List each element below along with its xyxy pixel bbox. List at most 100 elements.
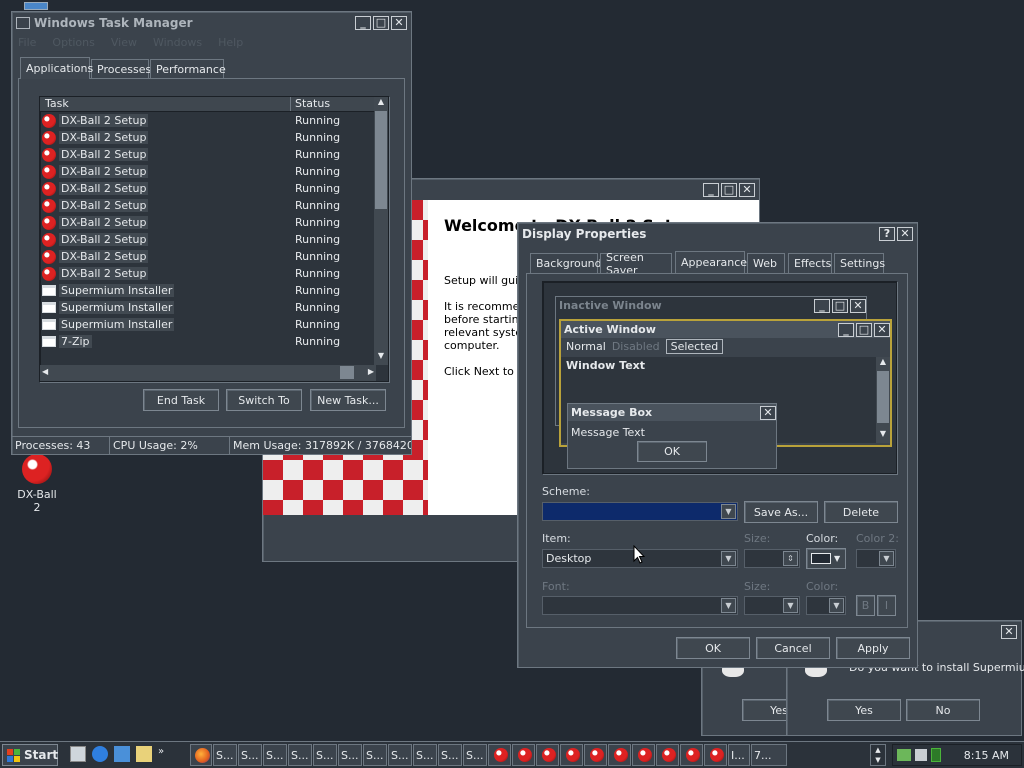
tab-screen-saver[interactable]: Screen Saver: [600, 251, 672, 277]
table-row[interactable]: DX-Ball 2 Setup Running: [40, 180, 388, 197]
scroll-thumb[interactable]: [375, 111, 387, 209]
table-row[interactable]: DX-Ball 2 Setup Running: [40, 146, 388, 163]
close-icon[interactable]: ✕: [391, 15, 407, 30]
chevron-down-icon[interactable]: ▼: [721, 551, 736, 566]
volume-icon[interactable]: [915, 749, 927, 761]
taskbar-button-dxball[interactable]: [512, 744, 535, 766]
tab-performance[interactable]: Performance: [150, 59, 226, 79]
close-icon[interactable]: ✕: [739, 182, 755, 197]
tab-background[interactable]: Background: [530, 253, 602, 273]
vertical-scrollbar[interactable]: ▲ ▼: [374, 97, 388, 365]
no-button[interactable]: No: [906, 699, 980, 721]
end-task-button[interactable]: End Task: [143, 389, 219, 411]
taskbar-button-dxball[interactable]: [656, 744, 679, 766]
taskbar-button[interactable]: S...: [288, 744, 312, 766]
taskbar-button[interactable]: S...: [413, 744, 437, 766]
delete-button[interactable]: Delete: [824, 501, 898, 523]
color-picker-button[interactable]: ▼: [806, 548, 846, 569]
network-icon[interactable]: [897, 749, 911, 761]
taskbar-button-firefox[interactable]: [190, 744, 212, 766]
tab-effects[interactable]: Effects: [788, 253, 832, 273]
cancel-button[interactable]: Cancel: [756, 637, 830, 659]
tab-web[interactable]: Web: [747, 253, 785, 273]
table-row[interactable]: DX-Ball 2 Setup Running: [40, 112, 388, 129]
menu-help[interactable]: Help: [218, 36, 243, 49]
taskbar-button[interactable]: S...: [363, 744, 387, 766]
table-row[interactable]: DX-Ball 2 Setup Running: [40, 265, 388, 282]
maximize-icon[interactable]: □: [373, 15, 389, 30]
taskbar-button-dxball[interactable]: [560, 744, 583, 766]
close-icon[interactable]: ✕: [1001, 624, 1017, 639]
taskbar-button[interactable]: S...: [438, 744, 462, 766]
taskbar-button[interactable]: S...: [213, 744, 237, 766]
taskbar-button[interactable]: S...: [388, 744, 412, 766]
tab-processes[interactable]: Processes: [91, 59, 151, 79]
ie-icon[interactable]: [92, 746, 108, 762]
desktop-icon-dxball[interactable]: DX-Ball 2: [14, 454, 60, 514]
scheme-select[interactable]: ▼: [542, 502, 738, 521]
table-row[interactable]: DX-Ball 2 Setup Running: [40, 163, 388, 180]
taskbar-button[interactable]: S...: [238, 744, 262, 766]
taskbar-button-dxball[interactable]: [680, 744, 703, 766]
maximize-icon[interactable]: □: [721, 182, 737, 197]
table-row[interactable]: DX-Ball 2 Setup Running: [40, 129, 388, 146]
help-icon[interactable]: ?: [879, 226, 895, 241]
scroll-right-icon[interactable]: ▶: [368, 367, 374, 376]
column-status[interactable]: Status: [291, 97, 373, 111]
menu-file[interactable]: File: [18, 36, 36, 49]
taskbar-button-dxball[interactable]: [536, 744, 559, 766]
outlook-icon[interactable]: [114, 746, 130, 762]
scroll-left-icon[interactable]: ◀: [42, 367, 48, 376]
taskbar-button-dxball[interactable]: [632, 744, 655, 766]
taskbar-button-dxball[interactable]: [704, 744, 727, 766]
apply-button[interactable]: Apply: [836, 637, 910, 659]
close-icon[interactable]: ✕: [897, 226, 913, 241]
taskbar-button[interactable]: 7...: [751, 744, 787, 766]
table-row[interactable]: Supermium Installer Running: [40, 282, 388, 299]
save-as-button[interactable]: Save As...: [744, 501, 818, 523]
clock[interactable]: 8:15 AM: [964, 749, 1009, 762]
taskbar-button-dxball[interactable]: [584, 744, 607, 766]
menu-options[interactable]: Options: [52, 36, 94, 49]
column-task[interactable]: Task: [40, 97, 291, 111]
tab-appearance[interactable]: Appearance: [675, 251, 747, 273]
scroll-down-icon[interactable]: ▼: [374, 351, 388, 365]
tab-settings[interactable]: Settings: [834, 253, 885, 273]
table-row[interactable]: DX-Ball 2 Setup Running: [40, 231, 388, 248]
table-row[interactable]: 7-Zip Running: [40, 333, 388, 350]
battery-icon[interactable]: [931, 748, 941, 762]
menu-view[interactable]: View: [111, 36, 137, 49]
task-manager-titlebar[interactable]: Windows Task Manager _ □ ✕: [12, 12, 411, 33]
ok-button[interactable]: OK: [676, 637, 750, 659]
taskbar-button[interactable]: S...: [313, 744, 337, 766]
tab-applications[interactable]: Applications: [20, 57, 93, 79]
display-properties-titlebar[interactable]: Display Properties ? ✕: [518, 223, 917, 244]
menu-windows[interactable]: Windows: [153, 36, 202, 49]
taskbar-button[interactable]: I...: [728, 744, 750, 766]
taskbar-button[interactable]: S...: [263, 744, 287, 766]
start-button[interactable]: Start: [2, 744, 58, 766]
desktop-icon-partial[interactable]: [24, 2, 48, 10]
table-row[interactable]: Supermium Installer Running: [40, 299, 388, 316]
new-task-button[interactable]: New Task...: [310, 389, 386, 411]
chevron-down-icon[interactable]: ▼: [721, 504, 736, 519]
desktop-icon[interactable]: [70, 746, 86, 762]
chevron-right-icon[interactable]: »: [158, 746, 166, 762]
scroll-up-icon[interactable]: ▲: [374, 97, 388, 111]
table-row[interactable]: Supermium Installer Running: [40, 316, 388, 333]
yes-button[interactable]: Yes: [827, 699, 901, 721]
taskbar-button[interactable]: S...: [463, 744, 487, 766]
taskbar-button[interactable]: S...: [338, 744, 362, 766]
minimize-icon[interactable]: _: [355, 15, 371, 30]
switch-to-button[interactable]: Switch To: [226, 389, 302, 411]
scroll-h-thumb[interactable]: [340, 366, 354, 379]
tray-scroll[interactable]: ▲ ▼: [870, 744, 886, 766]
taskbar-button-dxball[interactable]: [608, 744, 631, 766]
minimize-icon[interactable]: _: [703, 182, 719, 197]
taskbar-button-dxball[interactable]: [488, 744, 511, 766]
horizontal-scrollbar[interactable]: ◀ ▶: [40, 365, 376, 381]
table-row[interactable]: DX-Ball 2 Setup Running: [40, 214, 388, 231]
explorer-icon[interactable]: [136, 746, 152, 762]
table-row[interactable]: DX-Ball 2 Setup Running: [40, 248, 388, 265]
table-row[interactable]: DX-Ball 2 Setup Running: [40, 197, 388, 214]
